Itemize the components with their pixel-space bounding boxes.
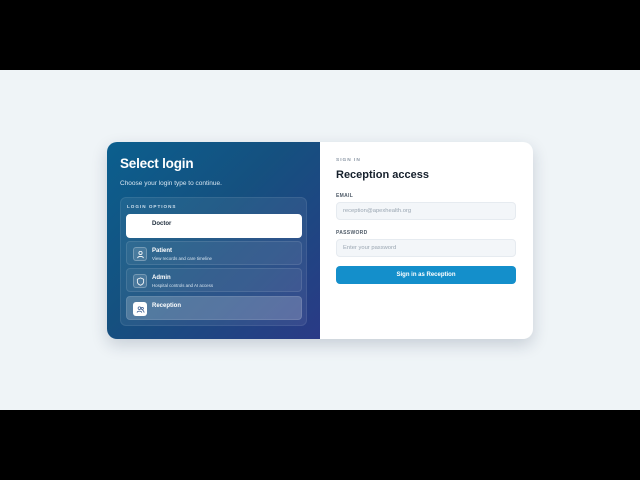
- option-patient[interactable]: Patient View records and care timeline: [126, 241, 302, 265]
- option-admin[interactable]: Admin Hospital controls and AI access: [126, 268, 302, 292]
- password-label: PASSWORD: [336, 230, 368, 236]
- option-admin-description: Hospital controls and AI access: [152, 283, 214, 288]
- login-card: Select login Choose your login type to c…: [107, 142, 533, 339]
- panel-title: Select login: [120, 156, 194, 171]
- users-icon: [133, 302, 147, 316]
- option-doctor[interactable]: Doctor: [126, 214, 302, 238]
- login-options-group: LOGIN OPTIONS Doctor Patient View record…: [120, 197, 307, 326]
- sign-in-button[interactable]: Sign in as Reception: [336, 266, 516, 284]
- login-type-panel: Select login Choose your login type to c…: [107, 142, 320, 339]
- option-patient-label: Patient: [152, 248, 173, 254]
- option-admin-label: Admin: [152, 275, 171, 281]
- user-icon: [133, 247, 147, 261]
- login-options-heading: LOGIN OPTIONS: [127, 204, 177, 209]
- sign-in-panel: SIGN IN Reception access EMAIL reception…: [320, 142, 533, 339]
- email-field[interactable]: reception@apexhealth.org: [336, 202, 516, 220]
- sign-in-title: Reception access: [336, 169, 429, 181]
- sign-in-eyebrow: SIGN IN: [336, 158, 361, 163]
- option-doctor-label: Doctor: [152, 221, 172, 227]
- email-label: EMAIL: [336, 193, 354, 199]
- password-field[interactable]: Enter your password: [336, 239, 516, 257]
- option-reception-label: Reception: [152, 303, 182, 309]
- option-patient-description: View records and care timeline: [152, 256, 212, 261]
- option-reception[interactable]: Reception: [126, 296, 302, 320]
- page-background: Select login Choose your login type to c…: [0, 70, 640, 410]
- shield-icon: [133, 274, 147, 288]
- panel-subtitle: Choose your login type to continue.: [120, 180, 222, 187]
